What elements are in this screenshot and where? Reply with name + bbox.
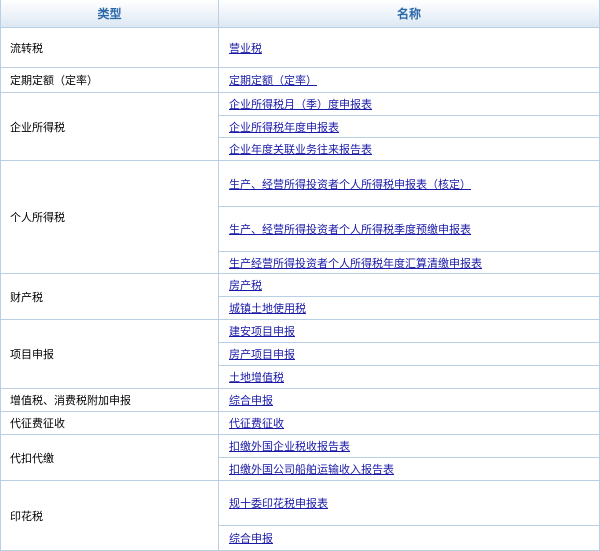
item-cell: 综合申报 xyxy=(219,526,599,550)
category-cell: 增值税、消费税附加申报 xyxy=(1,389,219,412)
form-link-cit-quarterly[interactable]: 企业所得税月（季）度申报表 xyxy=(229,96,372,112)
form-link-fee-collection[interactable]: 代征费征收 xyxy=(229,415,284,431)
item-cell: 建安项目申报 xyxy=(219,320,599,343)
category-cell: 流转税 xyxy=(1,28,219,68)
form-link-stamp-tax[interactable]: 规十委印花税申报表 xyxy=(229,495,328,511)
form-link-land-use-tax[interactable]: 城镇土地使用税 xyxy=(229,300,306,316)
item-cell: 房产项目申报 xyxy=(219,343,599,366)
form-link-cit-annual[interactable]: 企业所得税年度申报表 xyxy=(229,119,339,135)
item-cell: 定期定额（定率） xyxy=(219,68,599,93)
form-link-construction-project[interactable]: 建安项目申报 xyxy=(229,323,295,339)
item-cell: 扣缴外国公司船舶运输收入报告表 xyxy=(219,458,599,481)
form-link-iit-assessed[interactable]: 生产、经营所得投资者个人所得税申报表（核定） xyxy=(229,176,471,192)
category-label: 个人所得税 xyxy=(10,211,65,224)
item-cell: 土地增值税 xyxy=(219,366,599,389)
category-label: 增值税、消费税附加申报 xyxy=(10,394,131,407)
header-type: 类型 xyxy=(1,0,219,28)
category-cell: 定期定额（定率） xyxy=(1,68,219,93)
category-cell: 代扣代缴 xyxy=(1,435,219,481)
form-link-real-estate-project[interactable]: 房产项目申报 xyxy=(229,346,295,362)
form-link-comprehensive-filing[interactable]: 综合申报 xyxy=(229,392,273,408)
item-cell: 企业年度关联业务往来报告表 xyxy=(219,138,599,161)
item-cell: 城镇土地使用税 xyxy=(219,297,599,320)
form-link-land-vat[interactable]: 土地增值税 xyxy=(229,369,284,385)
form-link-comprehensive-filing-2[interactable]: 综合申报 xyxy=(229,530,273,546)
item-cell: 生产经营所得投资者个人所得税年度汇算清缴申报表 xyxy=(219,252,599,274)
item-cell: 企业所得税年度申报表 xyxy=(219,116,599,138)
item-cell: 营业税 xyxy=(219,28,599,68)
item-cell: 扣缴外国企业税收报告表 xyxy=(219,435,599,458)
category-cell: 企业所得税 xyxy=(1,93,219,161)
category-label: 企业所得税 xyxy=(10,120,65,134)
category-cell: 印花税 xyxy=(1,481,219,550)
tax-form-table: 类型 名称 流转税 营业税 定期定额（定率） 定期定额（定率） 企业所得税 企业… xyxy=(0,0,600,551)
category-label: 代征费征收 xyxy=(10,417,65,430)
form-link-business-tax[interactable]: 营业税 xyxy=(229,40,262,56)
category-cell: 财产税 xyxy=(1,274,219,320)
item-cell: 代征费征收 xyxy=(219,412,599,435)
category-label: 定期定额（定率） xyxy=(10,74,98,87)
form-link-iit-quarterly[interactable]: 生产、经营所得投资者个人所得税季度预缴申报表 xyxy=(229,221,471,237)
item-cell: 企业所得税月（季）度申报表 xyxy=(219,93,599,116)
category-label: 代扣代缴 xyxy=(10,451,54,465)
item-cell: 生产、经营所得投资者个人所得税季度预缴申报表 xyxy=(219,207,599,252)
header-name: 名称 xyxy=(219,0,599,28)
item-cell: 综合申报 xyxy=(219,389,599,412)
item-cell: 规十委印花税申报表 xyxy=(219,481,599,526)
category-label: 印花税 xyxy=(10,509,43,523)
item-cell: 生产、经营所得投资者个人所得税申报表（核定） xyxy=(219,161,599,207)
category-label: 流转税 xyxy=(10,41,43,55)
category-cell: 个人所得税 xyxy=(1,161,219,274)
item-cell: 房产税 xyxy=(219,274,599,297)
form-link-property-tax[interactable]: 房产税 xyxy=(229,277,262,293)
category-cell: 项目申报 xyxy=(1,320,219,389)
form-link-fixed-quota[interactable]: 定期定额（定率） xyxy=(229,72,317,88)
category-cell: 代征费征收 xyxy=(1,412,219,435)
category-label: 财产税 xyxy=(10,290,43,304)
form-link-related-party[interactable]: 企业年度关联业务往来报告表 xyxy=(229,141,372,157)
form-link-foreign-enterprise-withholding[interactable]: 扣缴外国企业税收报告表 xyxy=(229,438,350,454)
form-link-iit-annual[interactable]: 生产经营所得投资者个人所得税年度汇算清缴申报表 xyxy=(229,255,482,271)
form-link-foreign-shipping-income[interactable]: 扣缴外国公司船舶运输收入报告表 xyxy=(229,461,394,477)
category-label: 项目申报 xyxy=(10,348,54,361)
